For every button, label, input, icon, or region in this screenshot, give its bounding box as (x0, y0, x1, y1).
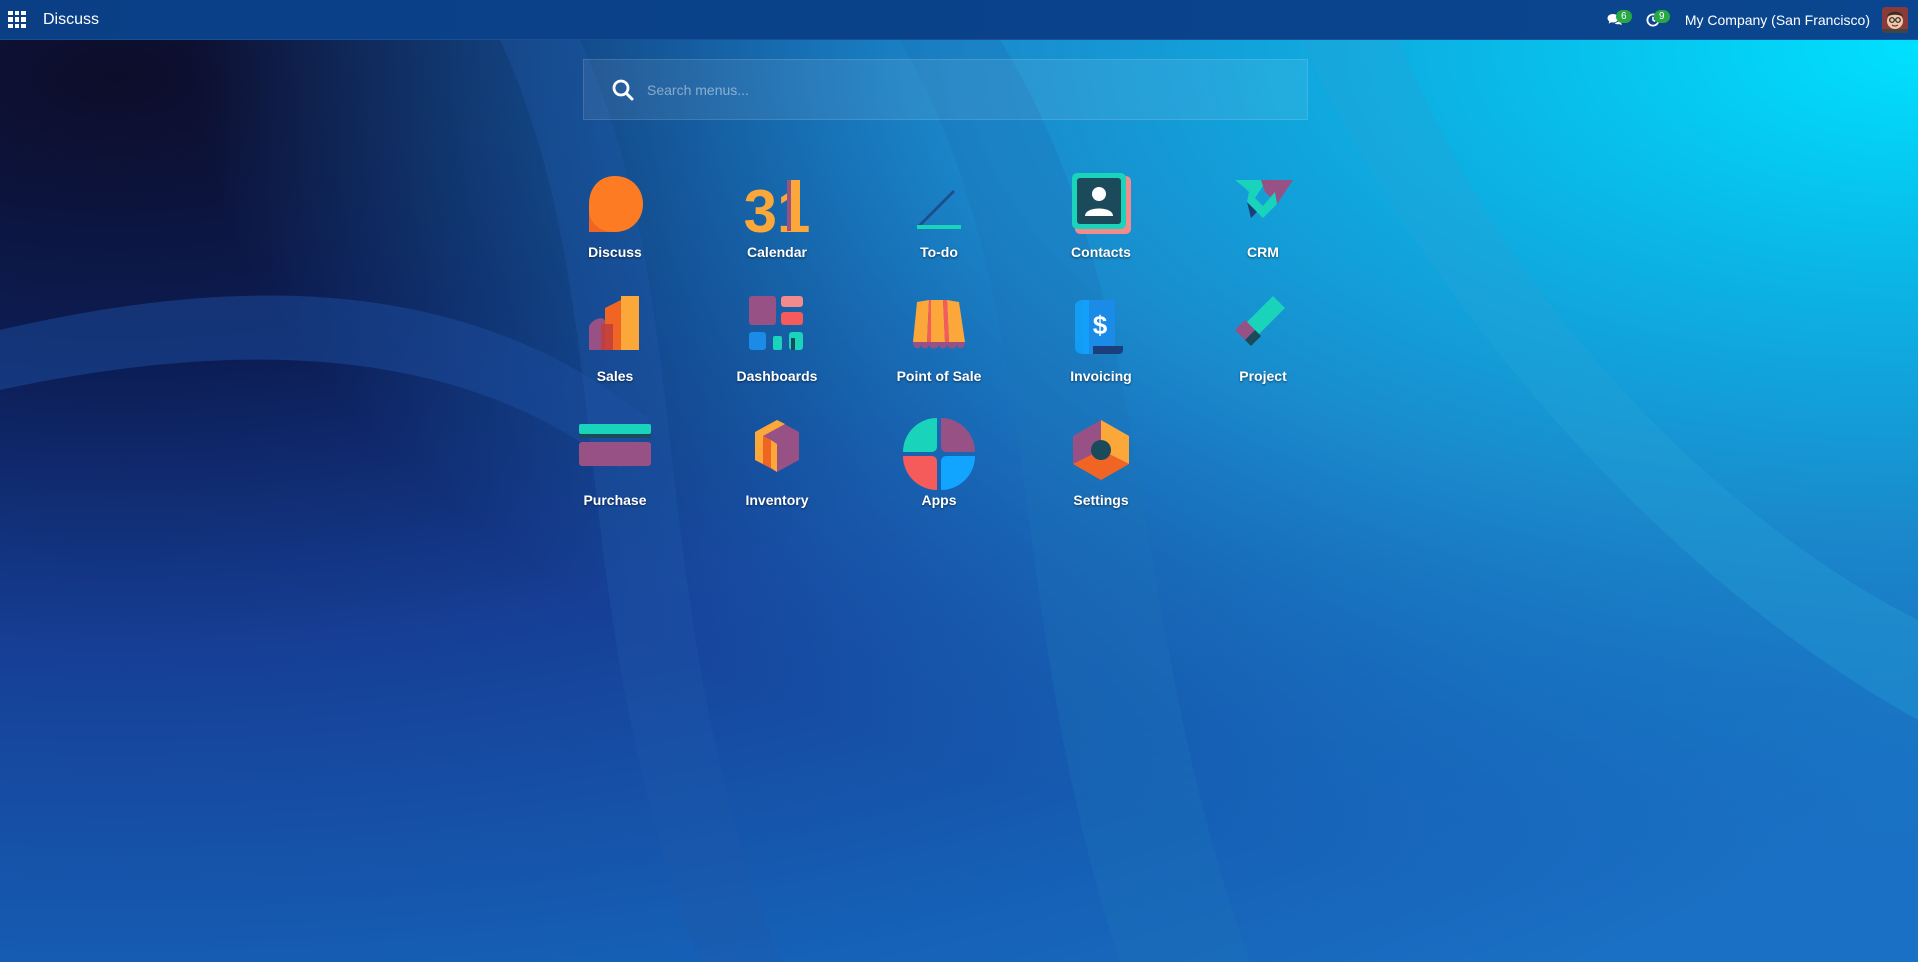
purchase-icon (579, 424, 651, 466)
app-label: To-do (920, 244, 958, 260)
top-navbar: Discuss 6 9 My Company (San Francisco) (0, 0, 1918, 40)
app-label: Point of Sale (896, 368, 982, 384)
dollar-sign: $ (1093, 310, 1108, 340)
point-of-sale-icon (913, 300, 965, 349)
messages-badge: 6 (1615, 9, 1632, 23)
app-label: Project (1239, 368, 1287, 384)
activities-badge: 9 (1653, 9, 1670, 23)
contacts-icon (1072, 173, 1131, 234)
app-label: Dashboards (736, 368, 818, 384)
search-menus-bar[interactable] (583, 59, 1308, 120)
app-label: CRM (1247, 244, 1279, 260)
app-discuss[interactable]: Discuss (545, 170, 685, 280)
project-icon (1235, 296, 1285, 346)
app-label: Purchase (583, 492, 647, 508)
app-label: Contacts (1071, 244, 1131, 260)
messages-button[interactable]: 6 (1603, 0, 1632, 40)
user-avatar-icon (1882, 6, 1908, 33)
app-label: Inventory (745, 492, 809, 508)
search-icon (612, 79, 634, 100)
app-sales[interactable]: Sales (545, 294, 685, 404)
activities-button[interactable]: 9 (1641, 0, 1670, 40)
search-menus-input[interactable] (645, 80, 1249, 99)
sales-icon (589, 296, 639, 350)
app-project[interactable]: Project (1193, 294, 1333, 404)
app-dashboards[interactable]: Dashboards (707, 294, 847, 404)
app-label: Calendar (747, 244, 807, 260)
todo-icon (917, 190, 961, 229)
apps-menu-button[interactable] (0, 0, 34, 40)
grid-icon (8, 10, 26, 29)
app-label: Sales (596, 368, 634, 384)
navbar-systray: 6 9 My Company (San Francisco) (1603, 0, 1918, 40)
app-point-of-sale[interactable]: Point of Sale (869, 294, 1009, 404)
app-contacts[interactable]: Contacts (1031, 170, 1171, 280)
app-label: Discuss (588, 244, 642, 260)
company-switcher[interactable]: My Company (San Francisco) (1685, 12, 1870, 28)
app-crm[interactable]: CRM (1193, 170, 1333, 280)
invoicing-icon: $ (1075, 300, 1123, 354)
current-app-title[interactable]: Discuss (43, 11, 99, 29)
crm-icon (1235, 180, 1293, 218)
app-label: Settings (1073, 492, 1129, 508)
user-avatar[interactable] (1882, 6, 1908, 33)
app-purchase[interactable]: Purchase (545, 418, 685, 528)
calendar-icon: 31 (744, 178, 811, 242)
dashboards-icon (749, 296, 803, 350)
app-invoicing[interactable]: $ Invoicing (1031, 294, 1171, 404)
discuss-icon (589, 176, 643, 232)
settings-icon (1073, 420, 1129, 480)
app-settings[interactable]: Settings (1031, 418, 1171, 528)
app-calendar[interactable]: 31 Calendar (707, 170, 847, 280)
app-apps[interactable]: Apps (869, 418, 1009, 528)
apps-icon (903, 418, 975, 490)
calendar-day-number: 31 (744, 178, 811, 242)
app-inventory[interactable]: Inventory (707, 418, 847, 528)
app-label: Apps (921, 492, 957, 508)
inventory-icon (755, 420, 799, 472)
app-todo[interactable]: To-do (869, 170, 1009, 280)
app-label: Invoicing (1070, 368, 1132, 384)
